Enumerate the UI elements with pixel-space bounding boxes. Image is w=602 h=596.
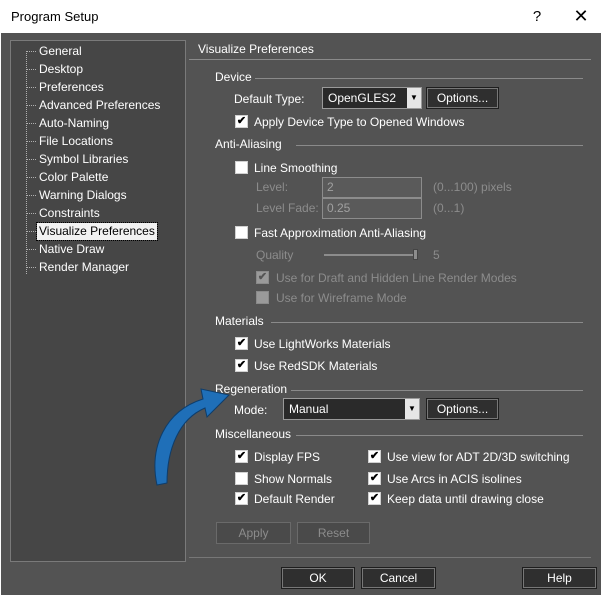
apply-device-type-checkbox[interactable]: ✔ [235, 115, 248, 128]
display-fps-label: Display FPS [254, 450, 321, 464]
line-smoothing-label: Line Smoothing [254, 161, 338, 175]
tree-item-general[interactable]: General [27, 43, 84, 60]
tree-item-constraints[interactable]: Constraints [27, 205, 102, 222]
show-normals-checkbox[interactable] [235, 472, 248, 485]
footer-divider [189, 557, 591, 558]
tree-connector-line [26, 51, 27, 274]
tree-item-native-draw[interactable]: Native Draw [27, 241, 106, 258]
level-fade-range-hint: (0...1) [433, 201, 465, 215]
level-input[interactable]: 2 [322, 177, 422, 198]
level-label: Level: [256, 180, 289, 194]
reset-button[interactable]: Reset [297, 522, 370, 544]
default-type-label: Default Type: [234, 92, 305, 106]
draft-hidden-line-checkbox[interactable]: ✔ [256, 271, 269, 284]
lightworks-materials-checkbox[interactable]: ✔ [235, 337, 248, 350]
tree-item-color-palette[interactable]: Color Palette [27, 169, 110, 186]
tree-item-visualize-preferences[interactable]: Visualize Preferences [27, 222, 158, 241]
quality-value: 5 [433, 248, 440, 262]
level-range-hint: (0...100) pixels [433, 180, 512, 194]
mode-label: Mode: [234, 403, 268, 417]
window-title: Program Setup [11, 9, 99, 24]
tree-item-symbol-libraries[interactable]: Symbol Libraries [27, 151, 130, 168]
tree-item-preferences[interactable]: Preferences [27, 79, 106, 96]
quality-slider-track[interactable] [324, 254, 416, 256]
device-options-button[interactable]: Options... [426, 87, 499, 109]
apply-button[interactable]: Apply [216, 522, 291, 544]
help-icon[interactable]: ? [520, 0, 554, 33]
tree-item-advanced-preferences[interactable]: Advanced Preferences [27, 97, 162, 114]
wireframe-mode-checkbox[interactable] [256, 291, 269, 304]
section-device-heading: Device [215, 70, 252, 84]
panel-header: Visualize Preferences [189, 38, 591, 60]
fast-approximation-checkbox[interactable] [235, 226, 248, 239]
close-icon[interactable]: ✕ [562, 0, 600, 33]
title-bar: Program Setup ? ✕ [0, 0, 602, 33]
default-type-dropdown[interactable]: OpenGLES2 ▼ [322, 87, 422, 109]
default-render-checkbox[interactable]: ✔ [235, 492, 248, 505]
default-type-value: OpenGLES2 [328, 91, 397, 105]
line-smoothing-checkbox[interactable] [235, 161, 248, 174]
show-normals-label: Show Normals [254, 472, 333, 486]
quality-slider-handle[interactable] [413, 249, 418, 260]
section-regeneration-divider [291, 390, 583, 391]
default-render-label: Default Render [254, 492, 335, 506]
arcs-acis-label: Use Arcs in ACIS isolines [387, 472, 522, 486]
redsdk-materials-label: Use RedSDK Materials [254, 359, 378, 373]
keep-data-label: Keep data until drawing close [387, 492, 544, 506]
panel-header-divider [189, 59, 591, 60]
help-button[interactable]: Help [522, 567, 597, 589]
tree-item-desktop[interactable]: Desktop [27, 61, 85, 78]
tree-item-file-locations[interactable]: File Locations [27, 133, 115, 150]
fast-approximation-label: Fast Approximation Anti-Aliasing [254, 226, 427, 240]
display-fps-checkbox[interactable]: ✔ [235, 450, 248, 463]
regeneration-mode-value: Manual [289, 402, 329, 416]
regeneration-mode-dropdown[interactable]: Manual ▼ [283, 398, 420, 420]
redsdk-materials-checkbox[interactable]: ✔ [235, 359, 248, 372]
adt-switching-checkbox[interactable]: ✔ [368, 450, 381, 463]
section-materials-heading: Materials [215, 314, 264, 328]
keep-data-checkbox[interactable]: ✔ [368, 492, 381, 505]
wireframe-mode-label: Use for Wireframe Mode [276, 291, 407, 305]
draft-hidden-line-label: Use for Draft and Hidden Line Render Mod… [276, 271, 517, 285]
ok-button[interactable]: OK [281, 567, 355, 589]
quality-label: Quality [256, 248, 294, 262]
section-miscellaneous-divider [296, 435, 583, 436]
tree-item-auto-naming[interactable]: Auto-Naming [27, 115, 111, 132]
level-fade-input[interactable]: 0.25 [322, 198, 422, 219]
section-antialiasing-heading: Anti-Aliasing [215, 137, 282, 151]
tree-item-warning-dialogs[interactable]: Warning Dialogs [27, 187, 129, 204]
chevron-down-icon: ▼ [405, 399, 419, 419]
adt-switching-label: Use view for ADT 2D/3D switching [387, 450, 570, 464]
arcs-acis-checkbox[interactable]: ✔ [368, 472, 381, 485]
panel-title: Visualize Preferences [198, 42, 314, 56]
section-antialiasing-divider [296, 145, 583, 146]
apply-device-type-label: Apply Device Type to Opened Windows [254, 115, 465, 129]
level-fade-label: Level Fade: [256, 201, 319, 215]
chevron-down-icon: ▼ [407, 88, 421, 108]
section-materials-divider [271, 322, 583, 323]
tree-item-render-manager[interactable]: Render Manager [27, 259, 131, 276]
regeneration-options-button[interactable]: Options... [426, 398, 499, 420]
curved-arrow-icon [154, 388, 231, 486]
dialog-body: General Desktop Preferences Advanced Pre… [1, 33, 601, 595]
cancel-button[interactable]: Cancel [361, 567, 436, 589]
section-device-divider [255, 78, 583, 79]
lightworks-materials-label: Use LightWorks Materials [254, 337, 391, 351]
